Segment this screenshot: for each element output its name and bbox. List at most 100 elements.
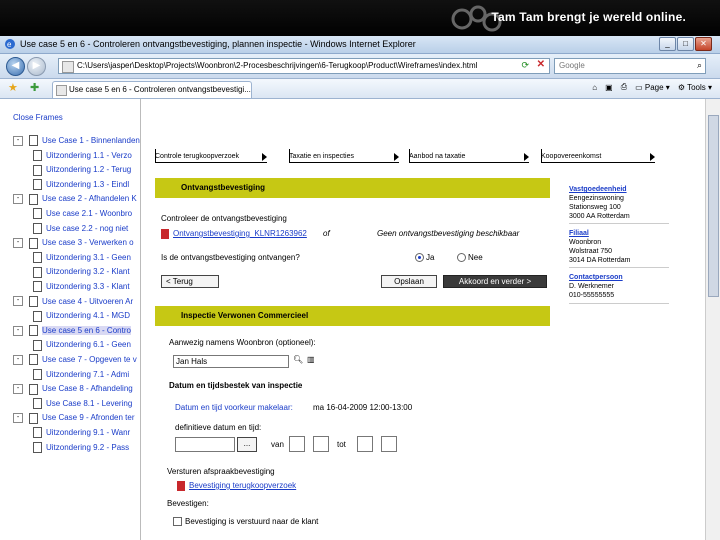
document-icon: [33, 310, 42, 322]
step-koopovereenkomst[interactable]: Koopovereenkomst: [541, 151, 655, 163]
collapse-icon[interactable]: -: [13, 384, 23, 395]
tree-item[interactable]: Uitzondering 1.2 - Terug: [13, 164, 131, 176]
tree-item[interactable]: Uitzondering 3.2 - Klant: [13, 266, 130, 278]
page-menu-label: Page: [644, 82, 664, 92]
divider: [569, 267, 669, 268]
collapse-icon[interactable]: -: [13, 194, 23, 205]
document-icon: [33, 149, 42, 161]
radio-no[interactable]: Nee: [457, 253, 483, 263]
property-title[interactable]: Vastgoedeenheid: [569, 185, 679, 194]
home-icon[interactable]: ⌂: [592, 83, 597, 92]
tree-item-label: Uitzondering 1.3 - Eindl: [46, 179, 130, 189]
confirm-label: Bevestigen:: [167, 499, 209, 508]
feeds-icon[interactable]: ▣: [605, 83, 613, 92]
doc-link-row: Ontvangstbevestiging_KLNR1263962: [161, 229, 307, 239]
address-input[interactable]: C:\Users\jasper\Desktop\Projects\Woonbro…: [58, 58, 550, 74]
back-button[interactable]: < Terug: [161, 275, 219, 288]
tree-item[interactable]: - Use Case 8 - Afhandeling: [13, 383, 133, 395]
step-divider: [155, 149, 156, 162]
tree-item[interactable]: Uitzondering 9.2 - Pass: [13, 441, 129, 453]
tree-item[interactable]: Uitzondering 3.1 - Geen: [13, 252, 131, 264]
document-icon: [33, 164, 42, 176]
collapse-icon[interactable]: -: [13, 325, 23, 336]
search-icon[interactable]: ⌕: [697, 60, 702, 71]
search-person-icon[interactable]: 🔍︎: [293, 355, 303, 364]
to-minute-input[interactable]: [381, 436, 397, 452]
send-confirmation-link[interactable]: Bevestiging terugkoopverzoek: [189, 481, 296, 490]
content-scrollbar[interactable]: [705, 99, 720, 540]
favorites-star-icon[interactable]: ★: [8, 81, 18, 94]
refresh-icon[interactable]: ⟳: [521, 60, 529, 71]
back-arrow-icon[interactable]: ◀: [6, 57, 25, 76]
ie-icon: e: [5, 39, 15, 49]
radio-yes[interactable]: Ja: [415, 253, 435, 263]
tree-item[interactable]: Uitzondering 1.3 - Eindl: [13, 179, 130, 191]
stop-icon[interactable]: ✕: [537, 59, 545, 70]
tree-item[interactable]: Uitzondering 1.1 - Verzo: [13, 149, 132, 161]
step-divider: [289, 149, 290, 162]
tree-item[interactable]: - Use case 2 - Afhandelen K: [13, 193, 137, 205]
tree-item[interactable]: - Use Case 9 - Afronden ter: [13, 412, 135, 424]
collapse-icon[interactable]: -: [13, 296, 23, 307]
address-book-icon[interactable]: ▥: [307, 355, 315, 364]
instruction-text: Controleer de ontvangstbevestiging: [161, 214, 287, 223]
branch-title[interactable]: Filiaal: [569, 229, 679, 238]
scrollbar-thumb[interactable]: [708, 115, 719, 297]
address-text: C:\Users\jasper\Desktop\Projects\Woonbro…: [77, 61, 478, 70]
datetime-title: Datum en tijdsbestek van inspectie: [169, 381, 303, 390]
maximize-button[interactable]: □: [677, 37, 694, 51]
present-input[interactable]: Jan Hals: [173, 355, 289, 368]
tree-item[interactable]: Uitzondering 9.1 - Wanr: [13, 427, 130, 439]
browser-window: e Use case 5 en 6 - Controleren ontvangs…: [0, 36, 720, 540]
browser-tab[interactable]: Use case 5 en 6 - Controleren ontvangstb…: [52, 81, 252, 98]
tree-item[interactable]: - Use case 5 en 6 - Contro: [13, 325, 131, 337]
confirm-checkbox[interactable]: Bevestiging is verstuurd naar de klant: [173, 517, 318, 527]
tree-item[interactable]: Use case 2.1 - Woonbro: [13, 208, 132, 220]
tree-item[interactable]: Use case 2.2 - nog niet: [13, 222, 128, 234]
step-taxatie-inspecties[interactable]: Taxatie en inspecties: [289, 151, 399, 163]
contact-title[interactable]: Contactpersoon: [569, 273, 679, 282]
tree-item-label: Uitzondering 7.1 - Admi: [46, 369, 130, 379]
section-title: Inspectie Verwonen Commercieel: [181, 311, 309, 320]
branch-line: Woonbron: [569, 239, 602, 246]
present-label: Aanwezig namens Woonbron (optioneel):: [169, 338, 316, 347]
close-frames-link[interactable]: Close Frames: [13, 113, 63, 122]
collapse-icon[interactable]: -: [13, 135, 23, 146]
to-hour-input[interactable]: [357, 436, 373, 452]
forward-arrow-icon[interactable]: ▶: [27, 57, 46, 76]
tree-item[interactable]: Uitzondering 3.3 - Klant: [13, 281, 130, 293]
tree-item[interactable]: Uitzondering 4.1 - MGD: [13, 310, 131, 322]
tree-item[interactable]: - Use case 3 - Verwerken o: [13, 237, 134, 249]
tree-item[interactable]: - Use case 4 - Uitvoeren Ar: [13, 295, 133, 307]
tree-item[interactable]: Use Case 8.1 - Levering: [13, 398, 133, 410]
tree-item-label: Uitzondering 4.1 - MGD: [46, 311, 131, 321]
collapse-icon[interactable]: -: [13, 238, 23, 249]
tree-item[interactable]: - Use case 7 - Opgeven te v: [13, 354, 137, 366]
print-icon[interactable]: ⎙: [621, 82, 627, 92]
save-button[interactable]: Opslaan: [381, 275, 437, 288]
step-aanbod-taxatie[interactable]: Aanbod na taxatie: [409, 151, 529, 163]
final-date-input[interactable]: [175, 437, 235, 452]
add-favorites-icon[interactable]: ✚: [30, 81, 39, 94]
ontvangstbevestiging-link[interactable]: Ontvangstbevestiging_KLNR1263962: [173, 229, 307, 238]
section-title: Ontvangstbevestiging: [181, 183, 266, 192]
step-controle-terugkoopverzoek[interactable]: Controle terugkoopverzoek: [155, 151, 267, 163]
radio-yes-label: Ja: [426, 253, 435, 262]
tree-item[interactable]: Uitzondering 7.1 - Admi: [13, 368, 130, 380]
date-picker-button[interactable]: ...: [237, 437, 257, 452]
pdf-icon: [177, 481, 185, 491]
tools-menu[interactable]: ⚙ Tools ▾: [678, 83, 712, 92]
minimize-button[interactable]: _: [659, 37, 676, 51]
tree-item[interactable]: - Use Case 1 - Binnenlanden: [13, 135, 140, 147]
close-button[interactable]: ✕: [695, 37, 712, 51]
tree-item-label: Use case 3 - Verwerken o: [42, 238, 134, 248]
from-hour-input[interactable]: [289, 436, 305, 452]
tree-item-label: Use Case 8.1 - Levering: [46, 398, 133, 408]
accept-continue-button[interactable]: Akkoord en verder >: [443, 275, 547, 288]
collapse-icon[interactable]: -: [13, 354, 23, 365]
from-minute-input[interactable]: [313, 436, 329, 452]
tree-item[interactable]: Uitzondering 6.1 - Geen: [13, 339, 131, 351]
search-input[interactable]: Google ⌕: [554, 58, 706, 74]
page-menu[interactable]: ▭ Page ▾: [635, 83, 670, 92]
collapse-icon[interactable]: -: [13, 413, 23, 424]
